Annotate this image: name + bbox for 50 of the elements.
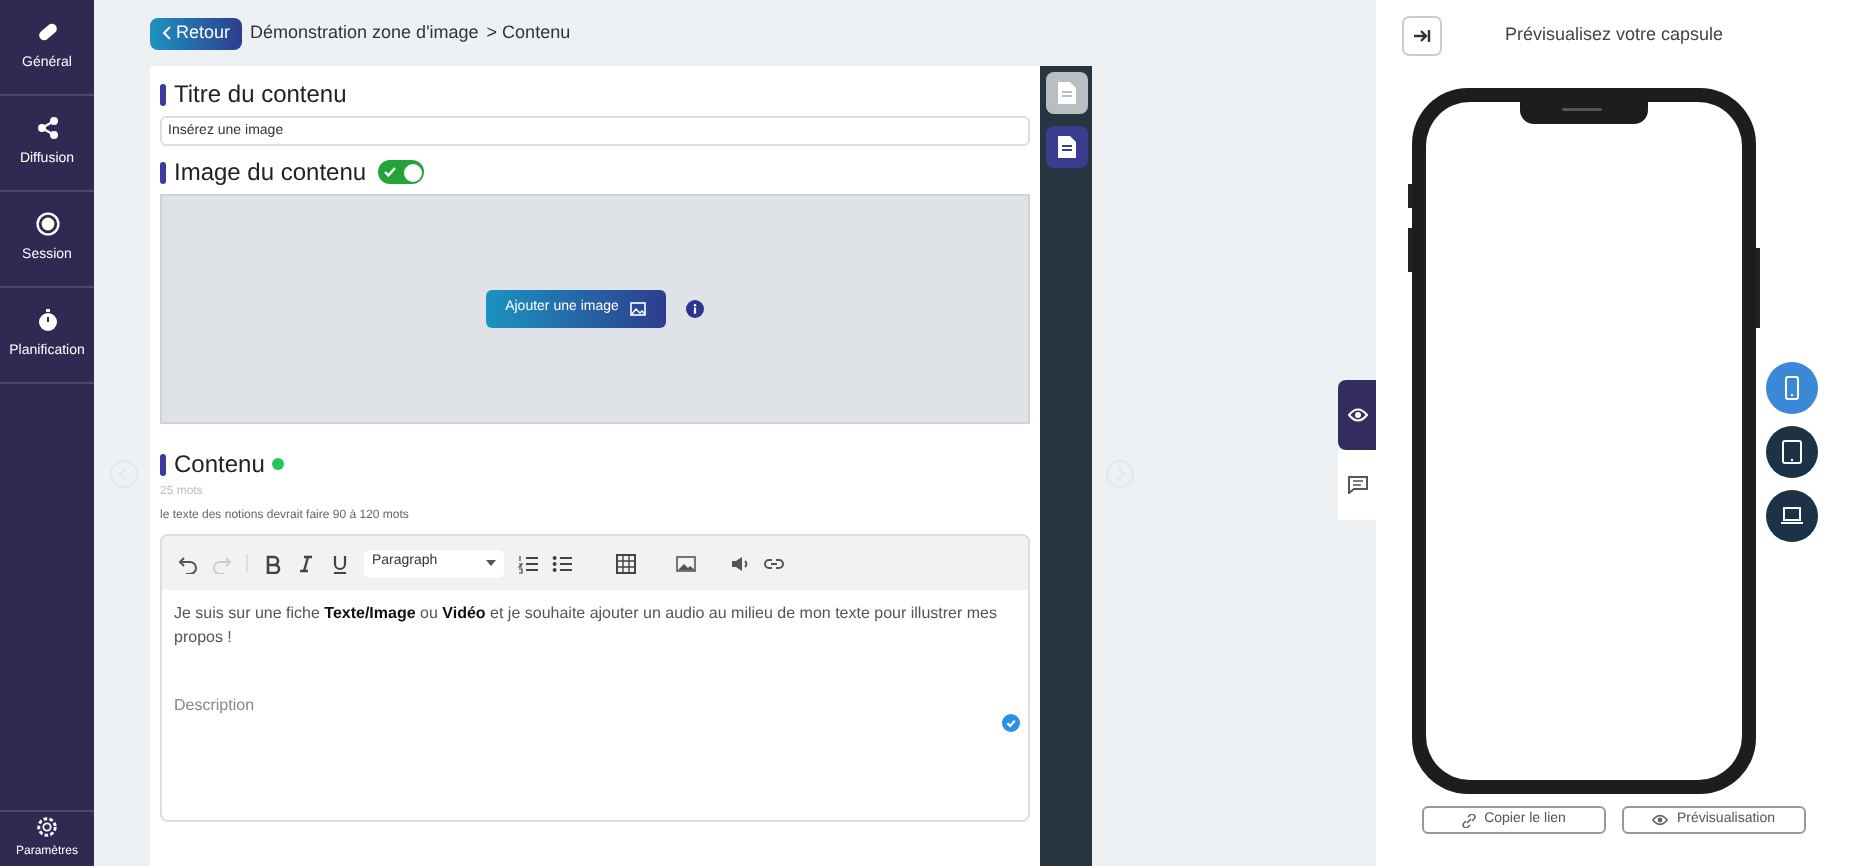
share-icon (35, 115, 59, 140)
document-button[interactable] (1045, 126, 1087, 168)
description-placeholder[interactable]: Description (162, 694, 1028, 718)
section-marker (160, 453, 166, 475)
section-marker (160, 161, 166, 183)
italic-icon[interactable] (296, 553, 316, 573)
bullet-list-icon[interactable] (552, 553, 572, 573)
breadcrumb-path: Démonstration zone d'image (250, 19, 479, 46)
eye-icon (1652, 814, 1669, 826)
caret-icon (486, 560, 496, 566)
stopwatch-icon (35, 307, 59, 332)
tablet-view-button[interactable] (1766, 426, 1818, 478)
editor-text[interactable]: Je suis sur une fiche Texte/Image ou Vidéo et je souhaite ajouter un audio au milieu de mon texte pour illustrer mes propos ! (162, 590, 1028, 650)
check-icon (384, 166, 397, 178)
collapse-panel-icon[interactable] (1402, 15, 1442, 55)
eye-icon (1347, 408, 1367, 422)
phone-icon (1780, 376, 1804, 400)
link-icon[interactable] (764, 553, 784, 573)
check-icon (1002, 714, 1020, 732)
numbered-list-icon[interactable] (518, 553, 538, 573)
underline-icon[interactable] (330, 553, 350, 573)
bold-icon[interactable] (262, 553, 282, 573)
section-heading: Image du contenu (174, 156, 367, 190)
tablet-icon (1780, 440, 1804, 464)
image-icon[interactable] (676, 553, 696, 573)
section-marker (160, 83, 166, 105)
image-icon (630, 302, 647, 316)
laptop-view-button[interactable] (1766, 490, 1818, 542)
eye-tab[interactable] (1338, 380, 1376, 450)
undo-icon[interactable] (178, 553, 198, 573)
toggle-switch[interactable] (378, 160, 425, 184)
section-heading: Titre du contenu (174, 78, 347, 112)
comment-tab[interactable] (1338, 450, 1376, 520)
link-icon (1462, 813, 1477, 827)
info-icon[interactable] (686, 300, 705, 318)
section-heading: Contenu (174, 448, 265, 482)
chevron-left-icon (162, 26, 172, 40)
target-icon (35, 211, 59, 236)
laptop-icon (1780, 504, 1804, 528)
settings-icon (36, 816, 58, 838)
back-button[interactable]: Retour (150, 17, 243, 49)
preview-title: Prévisualisez votre capsule (1502, 21, 1726, 48)
phone-view-button[interactable] (1766, 362, 1818, 414)
speaker-icon[interactable] (730, 553, 750, 573)
table-icon[interactable] (616, 553, 636, 573)
document-icon (1057, 82, 1075, 104)
breadcrumb-current: > Contenu (486, 19, 571, 46)
document-button[interactable] (1045, 72, 1087, 114)
document-icon (1057, 136, 1075, 158)
comment-icon (1347, 476, 1367, 494)
